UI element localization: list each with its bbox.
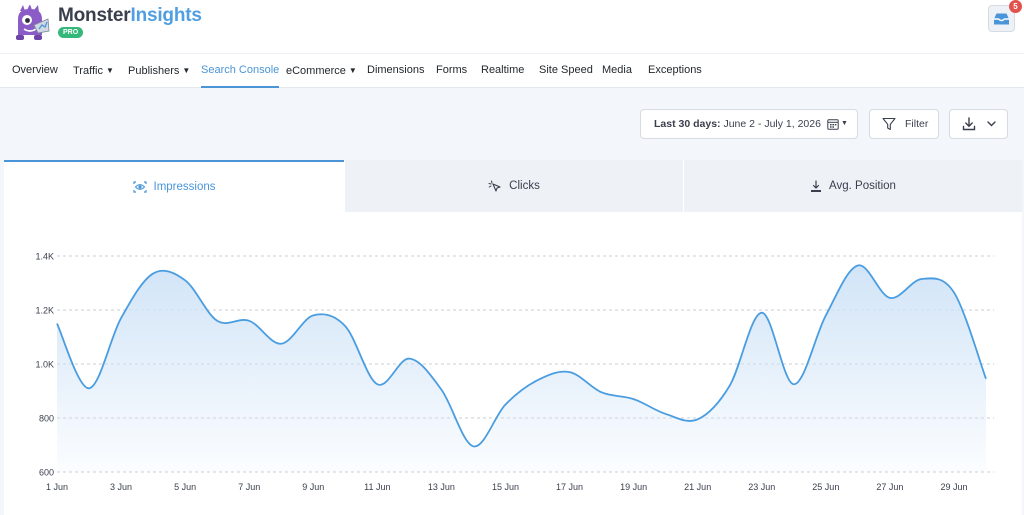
data-point[interactable] <box>567 369 573 375</box>
data-point[interactable] <box>182 277 188 283</box>
data-point[interactable] <box>310 312 316 318</box>
calendar-icon <box>827 119 839 130</box>
data-point[interactable] <box>278 341 284 347</box>
tab-label: Impressions <box>153 181 216 193</box>
data-point[interactable] <box>342 323 348 329</box>
export-button[interactable] <box>949 109 1008 139</box>
data-point[interactable] <box>214 318 220 324</box>
chevron-down-icon: ▼ <box>348 66 357 75</box>
x-tick-label: 7 Jun <box>238 482 260 492</box>
x-tick-label: 3 Jun <box>110 482 132 492</box>
nav-item-publishers[interactable]: Publishers ▼ <box>128 54 190 88</box>
filter-icon <box>882 117 896 131</box>
tab-avg-position[interactable]: Avg. Position <box>683 160 1022 212</box>
data-point[interactable] <box>470 443 476 449</box>
y-tick-label: 600 <box>39 468 54 478</box>
nav-item-dimensions[interactable]: Dimensions <box>367 54 424 88</box>
tab-clicks[interactable]: Clicks <box>344 160 683 212</box>
data-point[interactable] <box>887 295 893 301</box>
data-point[interactable] <box>406 356 412 362</box>
nav-item-ecommerce[interactable]: eCommerce ▼ <box>286 54 357 88</box>
data-point[interactable] <box>983 376 989 382</box>
brand-name: MonsterInsights <box>58 5 202 26</box>
nav-item-search-console[interactable]: Search Console <box>201 54 280 88</box>
data-point[interactable] <box>663 411 669 417</box>
filter-label: Filter <box>905 118 929 130</box>
tab-label: Clicks <box>509 180 540 192</box>
data-point[interactable] <box>695 416 701 422</box>
impressions-chart: 600 800 1.0K 1.2K 1.4K 1 Jun 3 Jun 5 Jun 7 Jun 9 … <box>35 252 994 492</box>
date-range-prefix: Last 30 days: <box>654 118 721 130</box>
eye-icon <box>132 181 147 193</box>
nav-item-exceptions[interactable]: Exceptions <box>648 54 702 88</box>
cursor-click-icon <box>488 180 501 192</box>
report-content: Last 30 days: June 2 - July 1, 2026 ▼ Fi… <box>0 88 1024 515</box>
date-range-picker[interactable]: Last 30 days: June 2 - July 1, 2026 ▼ <box>640 109 858 139</box>
data-point[interactable] <box>374 381 380 387</box>
report-nav: Overview Traffic ▼ Publishers ▼ Search Con… <box>0 53 1024 88</box>
data-point[interactable] <box>631 396 637 402</box>
inbox-icon <box>994 13 1009 24</box>
download-icon <box>962 117 976 131</box>
x-tick-label: 13 Jun <box>428 482 455 492</box>
nav-item-forms[interactable]: Forms <box>436 54 467 88</box>
y-tick-label: 1.4K <box>35 252 54 262</box>
impressions-area <box>57 265 986 472</box>
y-tick-label: 1.2K <box>35 306 54 316</box>
data-point[interactable] <box>919 276 925 282</box>
x-tick-label: 25 Jun <box>812 482 839 492</box>
tab-impressions[interactable]: Impressions <box>4 160 344 212</box>
date-range-value: June 2 - July 1, 2026 <box>720 118 821 130</box>
notification-count-badge: 5 <box>1009 0 1022 13</box>
data-point[interactable] <box>727 383 733 389</box>
data-point[interactable] <box>118 315 124 321</box>
position-icon <box>811 179 822 192</box>
filter-button[interactable]: Filter <box>869 109 939 139</box>
x-tick-label: 27 Jun <box>876 482 903 492</box>
chevron-down-icon: ▼ <box>182 66 191 75</box>
data-point[interactable] <box>438 387 444 393</box>
x-tick-label: 23 Jun <box>748 482 775 492</box>
nav-item-site-speed[interactable]: Site Speed <box>539 54 593 88</box>
x-tick-label: 15 Jun <box>492 482 519 492</box>
data-point[interactable] <box>951 289 957 295</box>
nav-item-overview[interactable]: Overview <box>12 54 58 88</box>
y-tick-label: 1.0K <box>35 360 54 370</box>
nav-item-media[interactable]: Media <box>602 54 632 88</box>
data-point[interactable] <box>150 271 156 277</box>
data-point[interactable] <box>86 385 92 391</box>
chart-card: Impressions Clicks Avg. Position 600 800 1… <box>4 160 1022 515</box>
x-tick-label: 19 Jun <box>620 482 647 492</box>
data-point[interactable] <box>502 402 508 408</box>
data-point[interactable] <box>823 312 829 318</box>
nav-item-realtime[interactable]: Realtime <box>481 54 524 88</box>
monster-logo-icon <box>16 5 50 40</box>
data-point[interactable] <box>246 318 252 324</box>
chevron-down-icon: ▼ <box>841 120 848 127</box>
chevron-down-icon <box>987 121 996 127</box>
x-tick-label: 5 Jun <box>174 482 196 492</box>
x-tick-label: 17 Jun <box>556 482 583 492</box>
chevron-down-icon: ▼ <box>105 66 114 75</box>
tab-label: Avg. Position <box>829 180 896 192</box>
x-tick-label: 1 Jun <box>46 482 68 492</box>
x-tick-label: 9 Jun <box>302 482 324 492</box>
data-point[interactable] <box>855 262 861 268</box>
nav-item-traffic[interactable]: Traffic ▼ <box>73 54 114 88</box>
x-tick-label: 11 Jun <box>364 482 390 492</box>
data-point[interactable] <box>759 310 765 316</box>
x-tick-label: 21 Jun <box>684 482 711 492</box>
y-tick-label: 800 <box>39 414 54 424</box>
data-point[interactable] <box>599 389 605 395</box>
x-tick-label: 29 Jun <box>940 482 967 492</box>
data-point[interactable] <box>535 377 541 383</box>
pro-badge: PRO <box>58 27 84 38</box>
data-point[interactable] <box>791 381 797 387</box>
app-header: MonsterInsights PRO 5 <box>0 0 1024 52</box>
data-point[interactable] <box>54 321 60 327</box>
